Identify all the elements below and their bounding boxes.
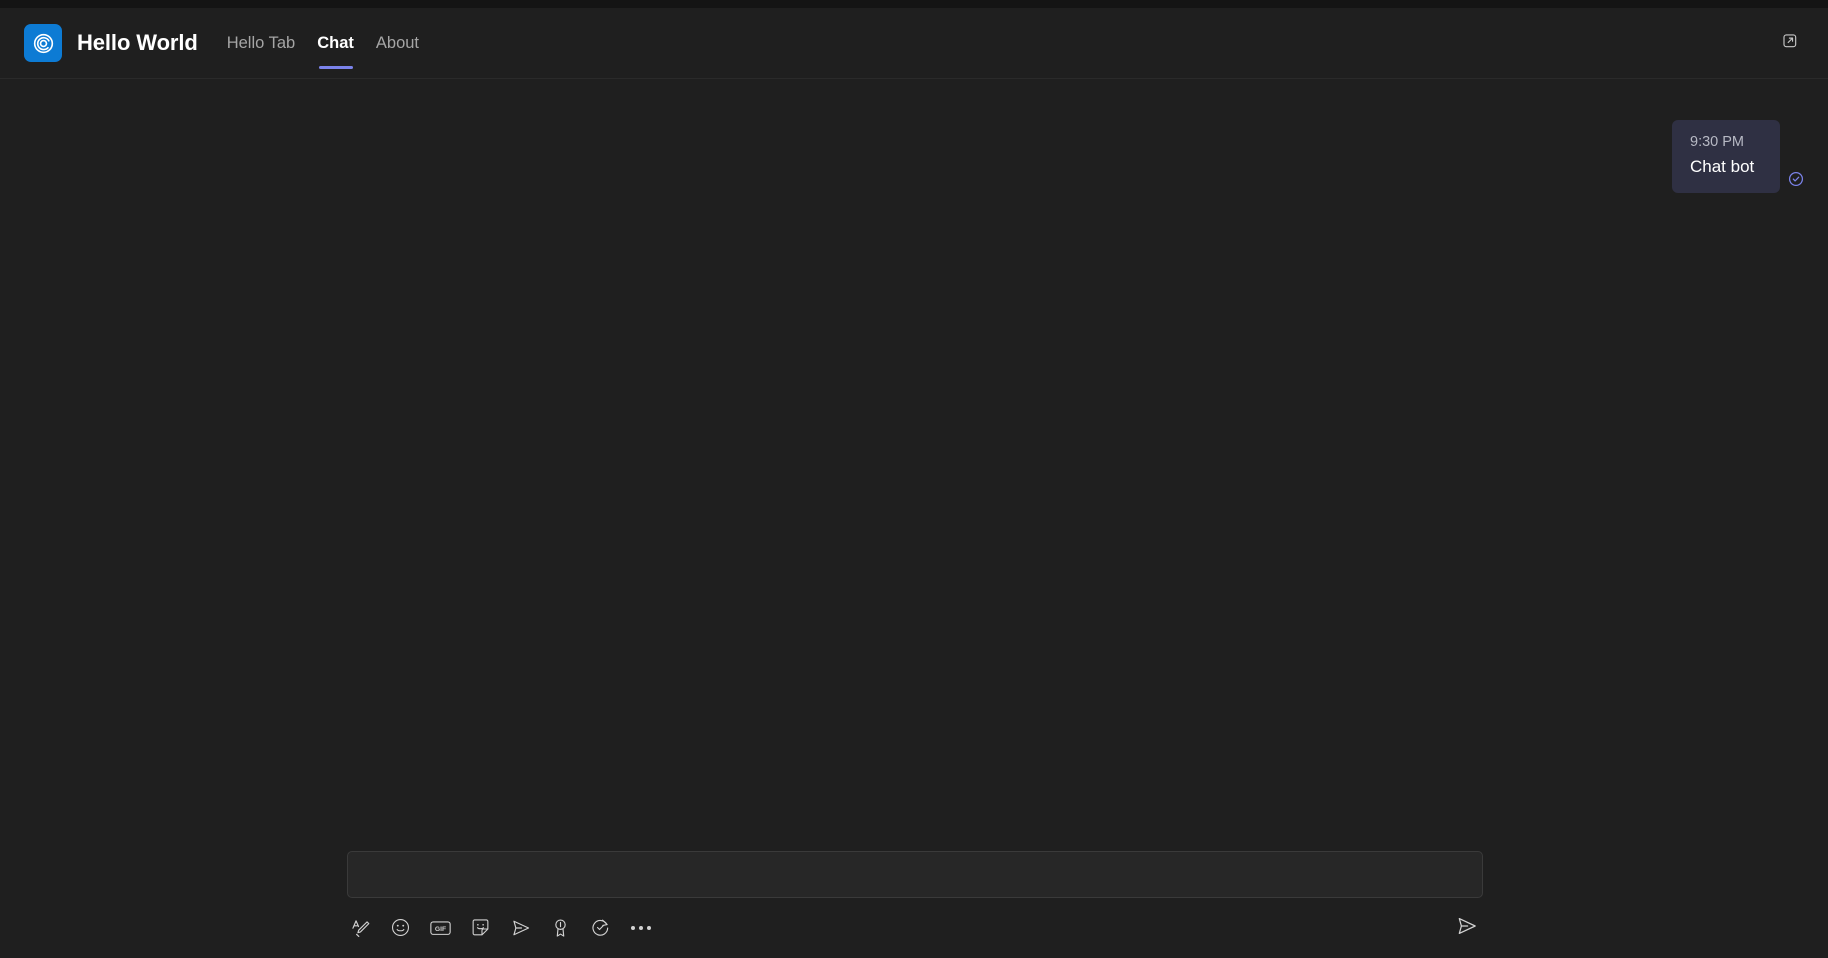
send-icon — [1455, 914, 1479, 943]
praise-icon — [551, 917, 570, 939]
tab-chat[interactable]: Chat — [306, 8, 365, 79]
tab-about-label: About — [375, 33, 420, 52]
checkmark-circle-icon — [1788, 171, 1804, 192]
message-text: Chat bot — [1690, 157, 1755, 177]
emoji-icon — [390, 917, 411, 938]
more-options-button[interactable] — [627, 914, 654, 941]
tab-hello-tab[interactable]: Hello Tab — [216, 8, 307, 79]
svg-text:GIF: GIF — [435, 926, 446, 933]
app-logo — [24, 24, 62, 62]
app-header: Hello World Hello Tab Chat About — [0, 8, 1828, 79]
app-title: Hello World — [77, 30, 198, 55]
sticker-icon — [470, 917, 491, 938]
tab-bar: Hello Tab Chat About — [216, 8, 430, 79]
emoji-button[interactable] — [387, 914, 414, 941]
chat-message-row: 9:30 PM Chat bot — [0, 120, 1828, 194]
message-composer: GIF — [0, 840, 1828, 958]
loop-components-button[interactable] — [587, 914, 614, 941]
message-input-wrapper — [347, 851, 1483, 898]
gif-icon: GIF — [429, 918, 452, 938]
sticker-button[interactable] — [467, 914, 494, 941]
tab-about[interactable]: About — [365, 8, 430, 79]
tab-chat-label: Chat — [317, 33, 354, 52]
message-input[interactable] — [347, 851, 1483, 898]
chat-message-list[interactable]: 9:30 PM Chat bot — [0, 80, 1828, 860]
message-status-badge — [1788, 171, 1804, 192]
swirl-circle-icon — [32, 32, 55, 55]
composer-toolbar: GIF — [347, 914, 667, 941]
loop-components-icon — [590, 917, 611, 938]
more-options-icon — [630, 925, 651, 930]
schedule-send-button[interactable] — [507, 914, 534, 941]
schedule-send-icon — [510, 917, 532, 939]
tab-hello-tab-label: Hello Tab — [226, 33, 296, 52]
format-button[interactable] — [347, 914, 374, 941]
chat-message-bubble[interactable]: 9:30 PM Chat bot — [1672, 120, 1780, 194]
open-in-new-window-button[interactable] — [1772, 26, 1806, 60]
send-button[interactable] — [1452, 914, 1482, 942]
message-timestamp: 9:30 PM — [1690, 134, 1744, 150]
gif-button[interactable]: GIF — [427, 914, 454, 941]
open-in-new-window-icon — [1780, 31, 1799, 55]
format-icon — [350, 917, 372, 939]
praise-button[interactable] — [547, 914, 574, 941]
